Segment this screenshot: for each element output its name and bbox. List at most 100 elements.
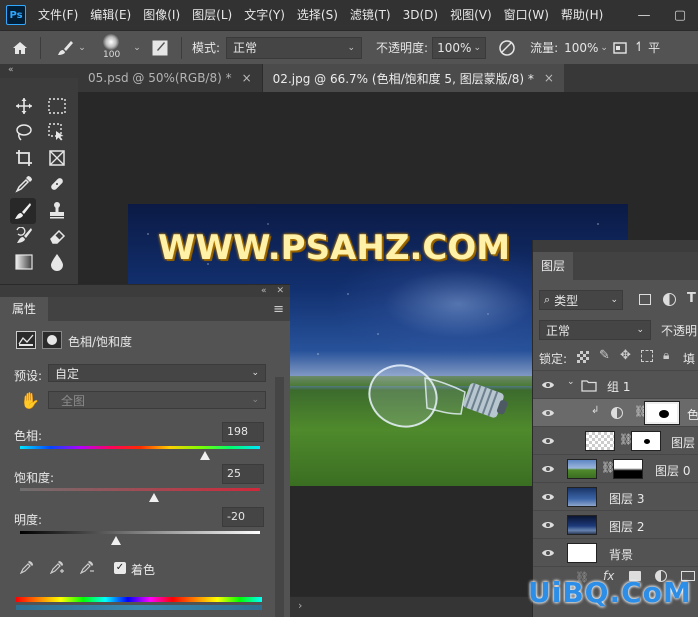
airbrush-icon[interactable] [610, 41, 632, 55]
close-icon[interactable]: × [544, 71, 554, 85]
gradient-tool-icon[interactable] [12, 250, 36, 274]
close-icon[interactable]: × [242, 71, 252, 85]
colorize-checkbox[interactable]: ✓ [114, 562, 126, 574]
filter-type-icon[interactable]: T [687, 291, 696, 306]
brush-settings-icon[interactable] [147, 40, 173, 56]
eye-icon[interactable] [541, 379, 555, 391]
brush-preset-picker[interactable]: 100 [95, 31, 131, 65]
menu-view[interactable]: 视图(V) [444, 0, 498, 30]
eyedropper-plus-icon[interactable] [49, 560, 66, 577]
minimize-button[interactable]: — [626, 0, 662, 30]
eye-icon[interactable] [541, 491, 555, 503]
chevron-down-icon[interactable]: ⌄ [567, 377, 575, 387]
layer-row-background[interactable]: 背景 [533, 538, 698, 566]
tab-05-psd[interactable]: 05.psd @ 50%(RGB/8) * × [78, 64, 263, 92]
lightness-slider-thumb[interactable] [111, 536, 121, 545]
layer-thumbnail[interactable] [567, 459, 597, 479]
layer-name[interactable]: 背景 [609, 546, 633, 563]
properties-scrollbar[interactable] [275, 377, 284, 617]
nav-arrow-icon[interactable]: › [298, 599, 302, 612]
marquee-tool-icon[interactable] [45, 94, 69, 118]
layer-filter-select[interactable]: ⌕ 类型 ⌄ [539, 290, 623, 310]
layer-row-bulb[interactable]: ⛓︎ 图层 [533, 426, 698, 454]
menu-3d[interactable]: 3D(D) [397, 0, 444, 30]
filter-pixel-icon[interactable] [639, 294, 651, 305]
eyedropper-minus-icon[interactable] [79, 560, 96, 577]
layer-name[interactable]: 图层 3 [609, 490, 644, 507]
layer-name[interactable]: 组 1 [607, 378, 630, 395]
lock-all-icon[interactable]: 🔒︎ [663, 348, 669, 363]
healing-brush-tool-icon[interactable] [45, 172, 69, 196]
layer-thumbnail[interactable] [567, 515, 597, 535]
brush-tool-icon[interactable] [55, 39, 75, 57]
preset-select[interactable]: 自定 ⌄ [48, 364, 266, 382]
chevron-down-icon[interactable]: ⌄ [131, 43, 143, 53]
object-selection-tool-icon[interactable] [45, 120, 69, 144]
collapse-icon[interactable]: « [261, 286, 267, 296]
layer-blend-mode-select[interactable]: 正常 ⌄ [539, 320, 651, 340]
menu-edit[interactable]: 编辑(E) [84, 0, 137, 30]
eye-icon[interactable] [541, 519, 555, 531]
eraser-tool-icon[interactable] [45, 224, 69, 248]
layer-thumbnail[interactable] [585, 431, 615, 451]
layer-name[interactable]: 图层 2 [609, 518, 644, 535]
clone-stamp-tool-icon[interactable] [45, 198, 69, 222]
hue-slider-thumb[interactable] [199, 451, 210, 460]
blend-mode-select[interactable]: 正常 ⌄ [226, 36, 363, 59]
chevron-down-icon[interactable]: ⌄ [75, 43, 89, 53]
menu-image[interactable]: 图像(I) [137, 0, 186, 30]
restore-button[interactable]: ▢ [662, 0, 698, 30]
menu-help[interactable]: 帮助(H) [555, 0, 609, 30]
lasso-tool-icon[interactable] [12, 120, 36, 144]
frame-tool-icon[interactable] [45, 146, 69, 170]
saturation-slider-thumb[interactable] [149, 493, 160, 502]
menu-select[interactable]: 选择(S) [291, 0, 344, 30]
tab-02-jpg[interactable]: 02.jpg @ 66.7% (色相/饱和度 5, 图层蒙版/8) * × [262, 64, 564, 92]
layer-name[interactable]: 图层 [671, 434, 695, 451]
tab-properties[interactable]: 属性 [0, 297, 49, 321]
mask-icon[interactable] [42, 331, 62, 349]
tab-layers[interactable]: 图层 [533, 252, 574, 280]
hue-slider-track[interactable] [20, 446, 260, 449]
saturation-input[interactable]: 25 [222, 464, 264, 484]
eye-icon[interactable] [541, 547, 555, 559]
layer-row-layer-0[interactable]: ⛓︎ 图层 0 [533, 454, 698, 482]
lock-position-icon[interactable]: ✥ [620, 348, 631, 363]
lock-pixels-icon[interactable]: ✎ [599, 348, 610, 363]
lock-artboard-icon[interactable] [641, 350, 653, 362]
eyedropper-icon[interactable] [19, 560, 34, 577]
eyedropper-tool-icon[interactable] [12, 172, 36, 196]
menu-window[interactable]: 窗口(W) [498, 0, 555, 30]
opacity-field[interactable]: 100% ⌄ [432, 36, 487, 59]
filter-adjustment-icon[interactable] [663, 293, 676, 306]
layer-mask-thumbnail[interactable] [613, 459, 643, 479]
eye-icon[interactable] [541, 463, 555, 475]
toolbar-collapse-handle[interactable]: « [0, 64, 78, 78]
chevron-down-icon[interactable]: ⌄ [598, 43, 610, 53]
layer-mask-thumbnail[interactable] [631, 431, 661, 451]
crop-tool-icon[interactable] [12, 146, 36, 170]
lock-transparent-icon[interactable] [577, 351, 589, 363]
layer-row-hue-saturation[interactable]: ↲ ⛓︎ 色 [533, 398, 698, 426]
layer-mask-thumbnail[interactable] [644, 401, 680, 425]
menu-file[interactable]: 文件(F) [32, 0, 84, 30]
menu-type[interactable]: 文字(Y) [238, 0, 291, 30]
layer-name[interactable]: 色 [687, 406, 698, 423]
layer-row-layer-2[interactable]: 图层 2 [533, 510, 698, 538]
pressure-opacity-icon[interactable] [492, 39, 522, 57]
eye-icon[interactable] [541, 435, 555, 447]
angle-icon[interactable]: ↿ [632, 40, 646, 55]
hue-input[interactable]: 198 [222, 422, 264, 442]
panel-menu-icon[interactable]: ≡ [273, 302, 284, 317]
close-icon[interactable]: ✕ [276, 286, 284, 296]
blur-tool-icon[interactable] [45, 250, 69, 274]
targeted-adjust-hand-icon[interactable]: ✋ [20, 391, 40, 410]
menu-filter[interactable]: 滤镜(T) [344, 0, 397, 30]
lightness-slider-track[interactable] [20, 531, 260, 534]
layer-name[interactable]: 图层 0 [655, 462, 690, 479]
move-tool-icon[interactable] [12, 94, 36, 118]
layer-thumbnail[interactable] [567, 487, 597, 507]
home-icon[interactable] [0, 40, 40, 56]
saturation-slider-track[interactable] [20, 488, 260, 491]
history-brush-tool-icon[interactable] [12, 224, 36, 248]
